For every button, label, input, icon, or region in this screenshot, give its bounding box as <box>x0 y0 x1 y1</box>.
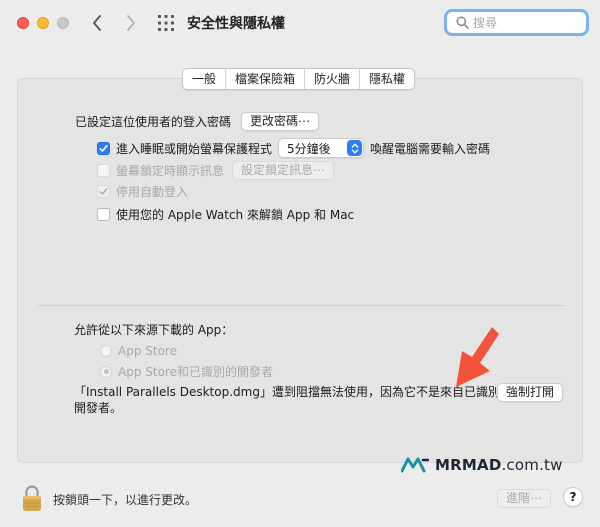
source-app-store-radio[interactable] <box>100 345 112 357</box>
disable-auto-login-checkbox[interactable] <box>97 185 110 198</box>
watermark-text: MRMAD.com.tw <box>435 456 563 474</box>
source-identified-radio[interactable] <box>100 365 112 378</box>
require-password-checkbox[interactable] <box>97 141 110 155</box>
watermark-suffix: .com.tw <box>501 456 563 474</box>
lock-hint-text: 按鎖頭一下，以進行更改。 <box>53 493 198 507</box>
title-bar: 安全性與隱私權 <box>0 0 600 46</box>
downloads-heading: 允許從以下來源下載的 App： <box>74 323 234 337</box>
advanced-button[interactable]: 進階⋯ <box>497 489 552 508</box>
tab-bar: 一般 檔案保險箱 防火牆 隱私權 <box>182 68 416 90</box>
set-lock-message-button[interactable]: 設定鎖定訊息⋯ <box>232 161 335 180</box>
tab-filevault[interactable]: 檔案保險箱 <box>225 69 304 89</box>
minimize-window-button[interactable] <box>37 17 49 29</box>
general-panel: 已設定這位使用者的登入密碼 更改密碼⋯ 進入睡眠或開始螢幕保護程式 5分鐘後 喚… <box>17 78 583 463</box>
back-button[interactable] <box>86 12 108 34</box>
apple-watch-row: 使用您的 Apple Watch 來解鎖 App 和 Mac <box>97 206 354 223</box>
require-password-label: 進入睡眠或開始螢幕保護程式 <box>116 141 273 156</box>
close-window-button[interactable] <box>17 17 29 29</box>
password-delay-value: 5分鐘後 <box>287 141 331 156</box>
source-identified-label: App Store和已識別的開發者 <box>118 365 273 379</box>
annotation-arrow-icon <box>456 327 499 387</box>
search-icon <box>451 16 473 29</box>
show-message-checkbox[interactable] <box>97 164 110 177</box>
change-password-button[interactable]: 更改密碼⋯ <box>241 112 320 131</box>
help-button[interactable]: ? <box>563 487 583 507</box>
lock-icon[interactable] <box>22 484 42 512</box>
source-identified-row: App Store和已識別的開發者 <box>100 363 273 380</box>
tab-general[interactable]: 一般 <box>183 69 226 89</box>
search-field[interactable] <box>444 9 589 36</box>
source-app-store-row: App Store <box>100 344 177 358</box>
zoom-window-button[interactable] <box>57 17 69 29</box>
section-divider <box>38 305 564 306</box>
forward-button[interactable] <box>120 12 142 34</box>
login-password-row: 已設定這位使用者的登入密碼 更改密碼⋯ <box>75 112 320 131</box>
search-input[interactable] <box>473 15 573 30</box>
show-message-row: 螢幕鎖定時顯示訊息 設定鎖定訊息⋯ <box>97 161 335 180</box>
tab-firewall[interactable]: 防火牆 <box>304 69 359 89</box>
require-password-row: 進入睡眠或開始螢幕保護程式 5分鐘後 喚醒電腦需要輸入密碼 <box>97 138 490 158</box>
tab-privacy[interactable]: 隱私權 <box>359 69 414 89</box>
grid-icon <box>158 15 174 31</box>
apple-watch-label: 使用您的 Apple Watch 來解鎖 App 和 Mac <box>116 208 355 222</box>
checkmark-icon <box>99 144 108 152</box>
password-delay-select[interactable]: 5分鐘後 <box>278 138 365 158</box>
watermark: MRMAD.com.tw <box>401 456 563 474</box>
up-down-chevron-icon <box>347 140 363 156</box>
checkmark-icon <box>99 188 108 195</box>
system-preferences-window: 安全性與隱私權 一般 檔案保險箱 防火牆 隱私權 已設定這位使用者的登入密碼 更… <box>0 0 600 527</box>
window-title: 安全性與隱私權 <box>187 16 285 32</box>
source-app-store-label: App Store <box>118 344 177 358</box>
show-message-label: 螢幕鎖定時顯示訊息 <box>116 164 225 178</box>
disable-auto-login-label: 停用自動登入 <box>116 185 189 199</box>
show-all-preferences-button[interactable] <box>157 14 175 32</box>
mrmad-logo-icon <box>401 457 429 473</box>
chevron-right-icon <box>127 15 135 31</box>
wake-password-label: 喚醒電腦需要輸入密碼 <box>370 141 491 156</box>
apple-watch-checkbox[interactable] <box>97 208 110 221</box>
login-password-label: 已設定這位使用者的登入密碼 <box>75 115 232 129</box>
watermark-brand: MRMAD <box>435 456 502 474</box>
disable-auto-login-row: 停用自動登入 <box>97 183 188 200</box>
chevron-left-icon <box>93 15 101 31</box>
